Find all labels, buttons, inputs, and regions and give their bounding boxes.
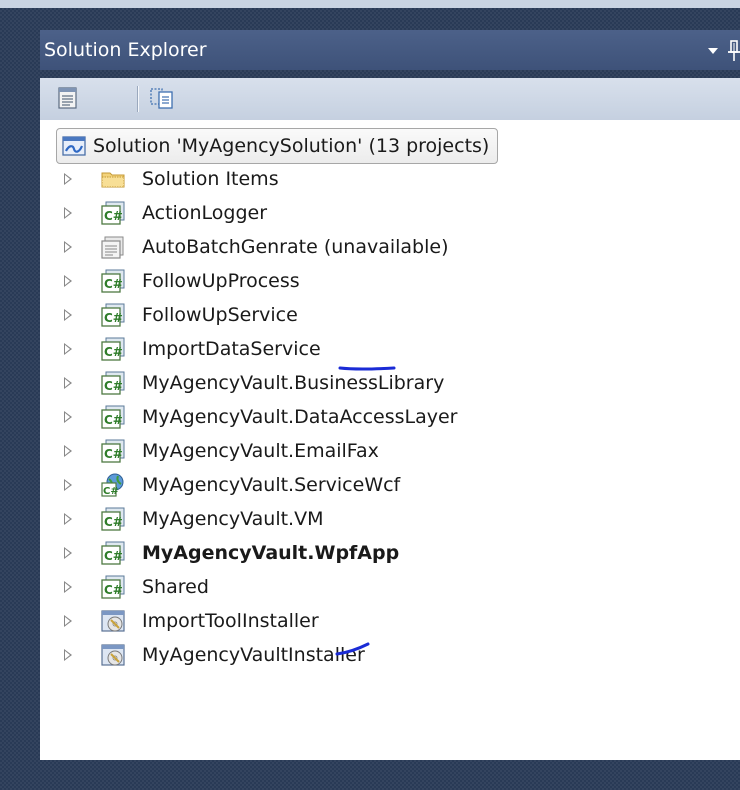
expand-arrow-icon[interactable] — [64, 547, 72, 559]
tree-item-label: ImportDataService — [142, 338, 321, 360]
tree-item-followupservice[interactable]: C# FollowUpService — [40, 298, 740, 332]
tree-item-servicewcf[interactable]: C# MyAgencyVault.ServiceWcf — [40, 468, 740, 502]
annotation-underline-mark — [338, 366, 396, 371]
properties-icon — [58, 87, 77, 109]
solution-icon — [62, 136, 86, 156]
expand-arrow-icon[interactable] — [64, 411, 72, 423]
unavailable-project-icon — [101, 236, 124, 259]
svg-text:C#: C# — [104, 447, 123, 461]
tree-item-label: Solution Items — [142, 168, 279, 190]
setup-project-icon — [101, 610, 125, 632]
expand-arrow-icon[interactable] — [64, 309, 72, 321]
tree-item-autobatchgenrate[interactable]: AutoBatchGenrate (unavailable) — [40, 230, 740, 264]
window-position-dropdown-icon[interactable] — [708, 48, 718, 54]
expand-arrow-icon[interactable] — [64, 513, 72, 525]
csharp-project-icon: C# — [101, 303, 125, 327]
svg-text:C#: C# — [104, 345, 123, 359]
folder-icon — [101, 172, 125, 188]
expand-arrow-icon[interactable] — [64, 615, 72, 627]
csharp-project-icon: C# — [101, 439, 125, 463]
expand-arrow-icon[interactable] — [64, 241, 72, 253]
svg-text:C#: C# — [104, 277, 123, 291]
pin-icon[interactable] — [728, 40, 740, 62]
expand-arrow-icon[interactable] — [64, 173, 72, 185]
expand-arrow-icon[interactable] — [64, 377, 72, 389]
solution-explorer-toolbar — [40, 78, 740, 120]
tree-item-solution-items[interactable]: Solution Items — [40, 162, 740, 196]
solution-explorer-title-bar[interactable]: Solution Explorer — [40, 30, 740, 70]
solution-root-label: Solution 'MyAgencySolution' (13 projects… — [93, 135, 490, 157]
tree-item-dataaccesslayer[interactable]: C# MyAgencyVault.DataAccessLayer — [40, 400, 740, 434]
csharp-project-icon: C# — [101, 269, 125, 293]
svg-text:C#: C# — [104, 413, 123, 427]
properties-button[interactable] — [52, 82, 84, 114]
tree-item-label: FollowUpProcess — [142, 270, 300, 292]
tree-item-label: MyAgencyVault.ServiceWcf — [142, 474, 401, 496]
tree-item-importtoolinstaller[interactable]: ImportToolInstaller — [40, 604, 740, 638]
toolbar-separator — [137, 86, 138, 112]
tree-item-wpfapp-startup[interactable]: C# MyAgencyVault.WpfApp — [40, 536, 740, 570]
expand-arrow-icon[interactable] — [64, 581, 72, 593]
svg-text:C#: C# — [104, 515, 123, 529]
expand-arrow-icon[interactable] — [64, 207, 72, 219]
svg-text:C#: C# — [104, 209, 123, 223]
csharp-project-icon: C# — [101, 405, 125, 429]
tree-item-label: Shared — [142, 576, 209, 598]
csharp-project-icon: C# — [101, 337, 125, 361]
csharp-project-icon: C# — [101, 507, 125, 531]
svg-text:C#: C# — [104, 379, 123, 393]
expand-arrow-icon[interactable] — [64, 649, 72, 661]
tree-item-label: FollowUpService — [142, 304, 298, 326]
tree-item-vm[interactable]: C# MyAgencyVault.VM — [40, 502, 740, 536]
tree-item-myagencyvaultinstaller[interactable]: MyAgencyVaultInstaller — [40, 638, 740, 672]
csharp-project-icon: C# — [101, 371, 125, 395]
top-edge — [0, 0, 740, 8]
expand-arrow-icon[interactable] — [64, 445, 72, 457]
tree-item-label: ActionLogger — [142, 202, 268, 224]
tree-item-label: MyAgencyVault.DataAccessLayer — [142, 406, 458, 428]
expand-arrow-icon[interactable] — [64, 343, 72, 355]
tree-item-emailfax[interactable]: C# MyAgencyVault.EmailFax — [40, 434, 740, 468]
tree-item-label: ImportToolInstaller — [142, 610, 319, 632]
tree-item-shared[interactable]: C# Shared — [40, 570, 740, 604]
svg-text:C#: C# — [104, 549, 123, 563]
solution-tree: Solution 'MyAgencySolution' (13 projects… — [40, 120, 740, 760]
tree-item-label: MyAgencyVaultInstaller — [142, 644, 365, 666]
expand-arrow-icon[interactable] — [64, 479, 72, 491]
tree-item-label: MyAgencyVault.VM — [142, 508, 324, 530]
svg-text:C#: C# — [104, 311, 123, 325]
tree-item-label: AutoBatchGenrate (unavailable) — [142, 236, 449, 258]
solution-root-node[interactable]: Solution 'MyAgencySolution' (13 projects… — [56, 128, 499, 164]
csharp-project-icon: C# — [101, 575, 125, 599]
tree-item-label: MyAgencyVault.BusinessLibrary — [142, 372, 445, 394]
csharp-web-project-icon: C# — [101, 473, 124, 497]
tree-item-importdataservice[interactable]: C# ImportDataService — [40, 332, 740, 366]
csharp-project-icon: C# — [101, 541, 125, 565]
tree-item-label: MyAgencyVault.EmailFax — [142, 440, 379, 462]
tree-item-actionlogger[interactable]: C# ActionLogger — [40, 196, 740, 230]
tree-item-label: MyAgencyVault.WpfApp — [142, 542, 400, 564]
panel-title: Solution Explorer — [44, 39, 207, 61]
tree-item-followupprocess[interactable]: C# FollowUpProcess — [40, 264, 740, 298]
svg-text:C#: C# — [103, 486, 119, 497]
show-all-files-button[interactable] — [146, 82, 178, 114]
svg-text:C#: C# — [104, 583, 123, 597]
show-all-files-icon — [150, 88, 173, 109]
setup-project-icon — [101, 644, 125, 666]
csharp-project-icon: C# — [101, 201, 125, 225]
expand-arrow-icon[interactable] — [64, 275, 72, 287]
annotation-stroke-mark — [335, 642, 370, 656]
